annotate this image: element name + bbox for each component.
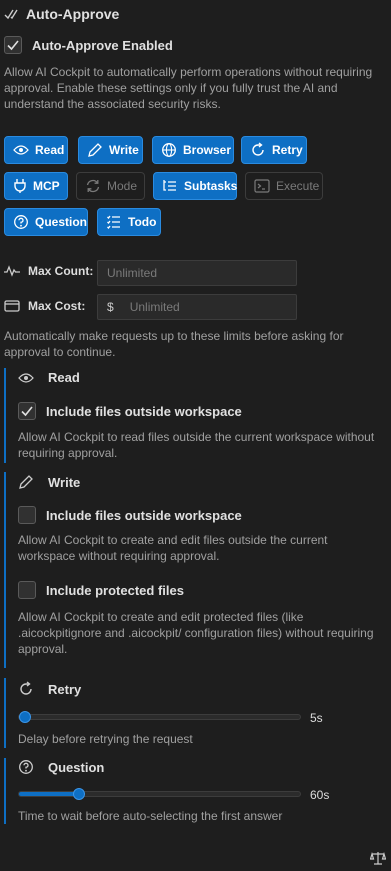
retry-delay-slider-thumb[interactable]	[19, 711, 31, 723]
toggle-execute-label: Execute	[276, 179, 320, 193]
write-outside-workspace-checkbox[interactable]	[18, 506, 36, 524]
retry-section-title: Retry	[18, 681, 81, 697]
question-icon	[13, 214, 29, 230]
toggle-question-button[interactable]: Question	[4, 208, 88, 236]
toggle-browser-button[interactable]: Browser	[152, 136, 234, 164]
read-outside-workspace-label: Include files outside workspace	[46, 403, 242, 419]
toggle-subtasks-label: Subtasks	[184, 179, 238, 193]
toggle-todo-label: Todo	[128, 215, 157, 229]
scale-icon[interactable]	[370, 850, 386, 866]
check-icon	[7, 40, 19, 51]
write-outside-workspace-description: Allow AI Cockpit to create and edit file…	[18, 533, 328, 563]
check-all-icon	[4, 7, 20, 21]
read-outside-workspace-row[interactable]: Include files outside workspace	[18, 402, 242, 420]
auto-approve-description: Allow AI Cockpit to automatically perfor…	[4, 65, 373, 111]
max-count-label: Max Count:	[4, 264, 93, 278]
toggle-mcp-label: MCP	[33, 179, 60, 193]
read-section-bar	[4, 368, 6, 463]
subtasks-icon	[162, 179, 178, 193]
toggle-subtasks-button[interactable]: Subtasks	[153, 172, 237, 200]
retry-delay-value: 5s	[310, 711, 323, 725]
toggle-read-label: Read	[35, 143, 65, 157]
question-timeout-slider[interactable]	[18, 788, 301, 800]
retry-section-bar	[4, 678, 6, 748]
checklist-icon	[106, 214, 122, 230]
toggle-browser-label: Browser	[183, 143, 232, 157]
read-section-title: Read	[18, 370, 80, 385]
max-cost-input[interactable]: $ Unlimited	[97, 294, 297, 320]
limits-description: Automatically make requests up to these …	[4, 329, 344, 359]
write-protected-files-label: Include protected files	[46, 582, 184, 598]
retry-delay-slider[interactable]	[18, 711, 301, 723]
toggle-mode-label: Mode	[107, 179, 138, 193]
question-timeout-value: 60s	[310, 788, 330, 802]
auto-approve-header: Auto-Approve	[4, 4, 119, 24]
question-timeout-slider-fill	[19, 792, 76, 796]
toggle-mode-button[interactable]: Mode	[76, 172, 145, 200]
sync-icon	[85, 178, 101, 194]
toggle-retry-button[interactable]: Retry	[241, 136, 307, 164]
write-section-bar	[4, 472, 6, 668]
write-outside-workspace-row[interactable]: Include files outside workspace	[18, 506, 242, 524]
eye-icon	[18, 372, 34, 384]
eye-icon	[13, 144, 29, 156]
page-title: Auto-Approve	[26, 6, 120, 22]
question-section-title-text: Question	[48, 759, 105, 775]
read-outside-workspace-description: Allow AI Cockpit to read files outside t…	[18, 430, 375, 460]
toggle-execute-button[interactable]: Execute	[245, 172, 323, 200]
question-timeout-description: Time to wait before auto-selecting the f…	[18, 809, 283, 823]
pencil-icon	[18, 474, 34, 490]
refresh-icon	[250, 142, 266, 158]
retry-section-title-text: Retry	[48, 681, 82, 697]
write-protected-files-checkbox[interactable]	[18, 581, 36, 599]
toggle-read-button[interactable]: Read	[4, 136, 68, 164]
write-protected-files-description: Allow AI Cockpit to create and edit prot…	[18, 610, 374, 656]
pulse-icon	[4, 265, 20, 277]
question-icon	[18, 759, 34, 775]
toggle-todo-button[interactable]: Todo	[97, 208, 161, 236]
toggle-mcp-button[interactable]: MCP	[4, 172, 68, 200]
auto-approve-enabled-checkbox[interactable]	[4, 36, 22, 54]
question-section-title: Question	[18, 759, 104, 775]
write-section-title: Write	[18, 474, 80, 490]
refresh-icon	[18, 681, 34, 697]
max-cost-label-text: Max Cost:	[28, 299, 86, 313]
wallet-icon	[4, 300, 20, 312]
question-section-bar	[4, 758, 6, 824]
globe-icon	[161, 142, 177, 158]
question-timeout-slider-thumb[interactable]	[72, 788, 85, 800]
toggle-write-label: Write	[109, 143, 139, 157]
auto-approve-enabled-label: Auto-Approve Enabled	[32, 37, 173, 53]
max-count-placeholder: Unlimited	[107, 266, 158, 280]
pencil-icon	[87, 142, 103, 158]
read-section-title-text: Read	[48, 370, 80, 385]
plug-icon	[13, 178, 27, 194]
retry-delay-description: Delay before retrying the request	[18, 732, 193, 746]
auto-approve-enabled-row[interactable]: Auto-Approve Enabled	[4, 36, 173, 54]
toggle-question-label: Question	[35, 215, 88, 229]
read-outside-workspace-checkbox[interactable]	[18, 402, 36, 420]
toggle-write-button[interactable]: Write	[78, 136, 143, 164]
max-count-label-text: Max Count:	[28, 264, 94, 278]
check-icon	[21, 406, 33, 417]
terminal-icon	[254, 179, 270, 193]
max-count-input[interactable]: Unlimited	[97, 260, 297, 286]
max-cost-placeholder: Unlimited	[129, 300, 180, 314]
write-outside-workspace-label: Include files outside workspace	[46, 507, 242, 523]
write-protected-files-row[interactable]: Include protected files	[18, 581, 184, 599]
max-cost-label: Max Cost:	[4, 299, 85, 313]
currency-symbol: $	[107, 300, 114, 314]
write-section-title-text: Write	[48, 474, 81, 490]
toggle-retry-label: Retry	[272, 143, 303, 157]
